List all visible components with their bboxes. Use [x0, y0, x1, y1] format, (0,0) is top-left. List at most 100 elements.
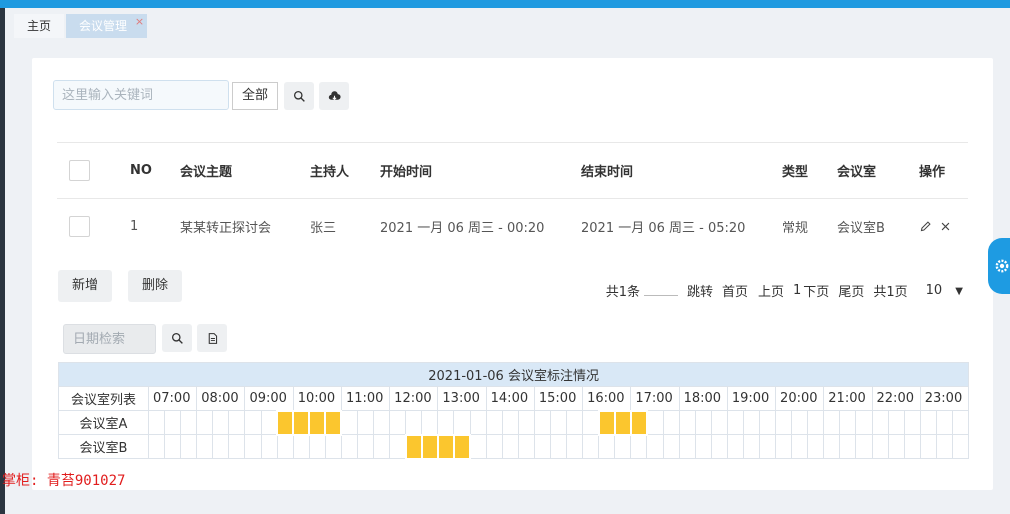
filter-select[interactable]: 全部 [232, 82, 278, 110]
free-slot[interactable] [292, 434, 310, 459]
free-slot[interactable] [823, 410, 841, 435]
settings-widget[interactable] [988, 238, 1010, 294]
free-slot[interactable] [598, 434, 616, 459]
free-slot[interactable] [839, 434, 857, 459]
free-slot[interactable] [501, 434, 519, 459]
free-slot[interactable] [919, 410, 937, 435]
free-slot[interactable] [807, 434, 825, 459]
document-button[interactable] [197, 324, 227, 352]
free-slot[interactable] [887, 410, 905, 435]
free-slot[interactable] [919, 434, 937, 459]
free-slot[interactable] [758, 410, 777, 435]
free-slot[interactable] [357, 434, 375, 459]
free-slot[interactable] [533, 434, 551, 459]
free-slot[interactable] [903, 434, 921, 459]
page-size-select[interactable]: 10 ▼ [917, 283, 963, 298]
free-slot[interactable] [164, 410, 182, 435]
free-slot[interactable] [373, 410, 391, 435]
pager-last[interactable]: 尾页 [838, 281, 864, 300]
add-button[interactable]: 新增 [58, 270, 113, 302]
booked-slot[interactable] [292, 409, 311, 436]
free-slot[interactable] [180, 410, 198, 435]
free-slot[interactable] [855, 434, 873, 459]
date-search-input[interactable] [63, 324, 156, 354]
booked-slot[interactable] [324, 409, 343, 436]
tab-home[interactable]: 主页 [14, 14, 65, 38]
free-slot[interactable] [228, 410, 246, 435]
booked-slot[interactable] [613, 409, 632, 436]
close-icon[interactable]: × [135, 10, 144, 34]
free-slot[interactable] [485, 434, 503, 459]
free-slot[interactable] [630, 434, 648, 459]
row-checkbox[interactable] [69, 215, 90, 237]
pager-prev[interactable]: 上页 [758, 281, 784, 300]
free-slot[interactable] [196, 410, 214, 435]
free-slot[interactable] [405, 410, 423, 435]
free-slot[interactable] [710, 434, 728, 459]
free-slot[interactable] [903, 410, 921, 435]
export-button[interactable] [319, 82, 349, 110]
booked-slot[interactable] [629, 409, 648, 436]
free-slot[interactable] [935, 434, 953, 459]
free-slot[interactable] [566, 434, 584, 459]
search-input[interactable] [53, 80, 229, 110]
free-slot[interactable] [791, 410, 809, 435]
booked-slot[interactable] [276, 409, 295, 436]
free-slot[interactable] [694, 410, 712, 435]
date-search-button[interactable] [162, 324, 192, 352]
free-slot[interactable] [823, 434, 841, 459]
free-slot[interactable] [357, 410, 375, 435]
free-slot[interactable] [775, 410, 793, 435]
free-slot[interactable] [678, 434, 696, 459]
booked-slot[interactable] [308, 409, 327, 436]
free-slot[interactable] [244, 434, 262, 459]
free-slot[interactable] [549, 410, 568, 435]
edit-icon[interactable] [919, 220, 932, 233]
booked-slot[interactable] [452, 433, 472, 460]
free-slot[interactable] [646, 410, 664, 435]
pager-next[interactable]: 下页 [803, 281, 829, 300]
free-slot[interactable] [180, 434, 198, 459]
free-slot[interactable] [855, 410, 873, 435]
tab-meeting-management[interactable]: 会议管理 × [66, 14, 148, 38]
free-slot[interactable] [517, 410, 535, 435]
free-slot[interactable] [501, 410, 519, 435]
free-slot[interactable] [646, 434, 664, 459]
search-button[interactable] [284, 82, 314, 110]
free-slot[interactable] [389, 434, 407, 459]
free-slot[interactable] [678, 410, 696, 435]
free-slot[interactable] [147, 410, 166, 435]
free-slot[interactable] [775, 434, 793, 459]
free-slot[interactable] [742, 410, 760, 435]
delete-button[interactable]: 删除 [128, 270, 183, 302]
free-slot[interactable] [662, 434, 680, 459]
free-slot[interactable] [935, 410, 953, 435]
free-slot[interactable] [726, 410, 744, 435]
free-slot[interactable] [469, 434, 487, 459]
delete-x-icon[interactable] [940, 221, 951, 232]
free-slot[interactable] [758, 434, 777, 459]
free-slot[interactable] [549, 434, 568, 459]
free-slot[interactable] [517, 434, 535, 459]
free-slot[interactable] [710, 410, 728, 435]
free-slot[interactable] [839, 410, 857, 435]
free-slot[interactable] [582, 410, 600, 435]
pager-first[interactable]: 首页 [722, 281, 748, 300]
free-slot[interactable] [324, 434, 342, 459]
free-slot[interactable] [614, 434, 632, 459]
free-slot[interactable] [887, 434, 905, 459]
booked-slot[interactable] [420, 433, 439, 460]
free-slot[interactable] [373, 434, 391, 459]
free-slot[interactable] [485, 410, 503, 435]
booked-slot[interactable] [597, 409, 616, 436]
free-slot[interactable] [871, 410, 889, 435]
free-slot[interactable] [807, 410, 825, 435]
free-slot[interactable] [742, 434, 760, 459]
free-slot[interactable] [951, 410, 970, 435]
free-slot[interactable] [662, 410, 680, 435]
booked-slot[interactable] [404, 433, 423, 460]
free-slot[interactable] [228, 434, 246, 459]
free-slot[interactable] [453, 410, 471, 435]
free-slot[interactable] [260, 434, 278, 459]
free-slot[interactable] [389, 410, 407, 435]
